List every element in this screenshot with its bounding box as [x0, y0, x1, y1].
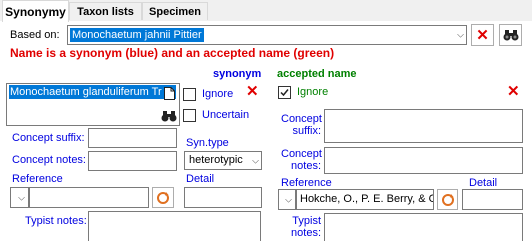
binoculars-icon: [503, 30, 518, 41]
syn-type-select[interactable]: heterotypic ⌵: [184, 151, 262, 170]
typist-notes-input[interactable]: [88, 211, 261, 241]
accepted-concept-suffix-input[interactable]: [324, 109, 523, 143]
tab-taxon-lists[interactable]: Taxon lists: [69, 2, 142, 20]
reference-label: Reference: [12, 173, 63, 185]
accepted-ignore-checkbox[interactable]: [278, 86, 291, 99]
typist-notes-label: Typist notes:: [25, 215, 87, 227]
synonym-ignore-label: Ignore: [202, 88, 234, 100]
accepted-typist-notes-input[interactable]: [324, 213, 523, 241]
clear-based-on-button[interactable]: ✕: [471, 24, 494, 46]
reference-input[interactable]: [29, 187, 149, 208]
concept-notes-input[interactable]: [88, 151, 177, 171]
chevron-down-icon: ⌵: [252, 155, 259, 165]
tab-specimen[interactable]: Specimen: [142, 2, 208, 20]
refresh-icon: [157, 191, 169, 204]
based-on-combo[interactable]: Monochaetum jahnii Pittier ⌵: [67, 25, 467, 45]
concept-suffix-input[interactable]: [88, 128, 177, 148]
binoculars-icon[interactable]: [161, 109, 177, 126]
uncertain-checkbox[interactable]: [183, 109, 196, 122]
accepted-reference-edit-button[interactable]: [437, 189, 458, 210]
accepted-concept-suffix-label-2: suffix:: [292, 125, 321, 137]
detail-label: Detail: [186, 173, 215, 185]
concept-notes-label: Concept notes:: [12, 154, 86, 166]
chevron-down-icon: ⌵: [457, 29, 464, 40]
refresh-icon: [441, 193, 454, 206]
accepted-detail-label: Detail: [469, 177, 498, 189]
accepted-name-header: accepted name: [277, 68, 357, 80]
based-on-value: Monochaetum jahnii Pittier: [70, 28, 204, 42]
accepted-ignore-label: Ignore: [297, 86, 329, 98]
tab-synonymy[interactable]: Synonymy: [2, 0, 69, 22]
accepted-concept-notes-label-1: Concept: [281, 148, 322, 160]
detail-input[interactable]: [184, 187, 262, 208]
close-icon: ✕: [476, 26, 489, 44]
synonym-list-item[interactable]: Monochaetum glanduliferum Tr: [9, 85, 176, 99]
accepted-concept-suffix-label-1: Concept: [281, 113, 322, 125]
synonym-listbox[interactable]: Monochaetum glanduliferum Tr: [6, 83, 180, 126]
accepted-concept-notes-input[interactable]: [324, 147, 523, 174]
accepted-typist-notes-label-2: notes:: [291, 227, 321, 239]
accepted-concept-notes-label-2: notes:: [291, 160, 321, 172]
synonym-header: synonym: [213, 68, 262, 80]
check-icon: [280, 89, 289, 97]
reference-dropdown[interactable]: ⌵: [10, 187, 29, 208]
find-button[interactable]: [499, 24, 522, 46]
uncertain-label: Uncertain: [202, 109, 250, 121]
close-icon: ✕: [246, 83, 259, 100]
accepted-reference-value: Hokche, O., P. E. Berry, & O: [300, 193, 433, 205]
remove-synonym-button[interactable]: ✕: [246, 84, 259, 99]
reference-edit-button[interactable]: [152, 187, 174, 208]
synonym-ignore-checkbox[interactable]: [183, 88, 196, 101]
new-document-icon[interactable]: [164, 87, 175, 103]
chevron-down-icon: ⌵: [18, 192, 25, 202]
synonymy-panel: Based on: Monochaetum jahnii Pittier ⌵ ✕…: [0, 21, 532, 241]
accepted-reference-dropdown[interactable]: ⌵: [278, 189, 296, 210]
tab-bar: Synonymy Taxon lists Specimen: [0, 0, 532, 22]
accepted-reference-label: Reference: [281, 177, 332, 189]
accepted-detail-input[interactable]: [462, 189, 523, 210]
accepted-typist-notes-label-1: Typist: [292, 215, 321, 227]
syn-type-label: Syn.type: [186, 137, 229, 149]
close-icon: ✕: [507, 83, 520, 100]
concept-suffix-label: Concept suffix:: [12, 132, 85, 144]
remove-accepted-button[interactable]: ✕: [507, 84, 520, 99]
based-on-label: Based on:: [10, 29, 60, 41]
info-message: Name is a synonym (blue) and an accepted…: [10, 46, 335, 60]
accepted-reference-input[interactable]: Hokche, O., P. E. Berry, & O: [296, 189, 434, 210]
syn-type-value: heterotypic: [189, 154, 243, 166]
chevron-down-icon: ⌵: [285, 194, 292, 204]
